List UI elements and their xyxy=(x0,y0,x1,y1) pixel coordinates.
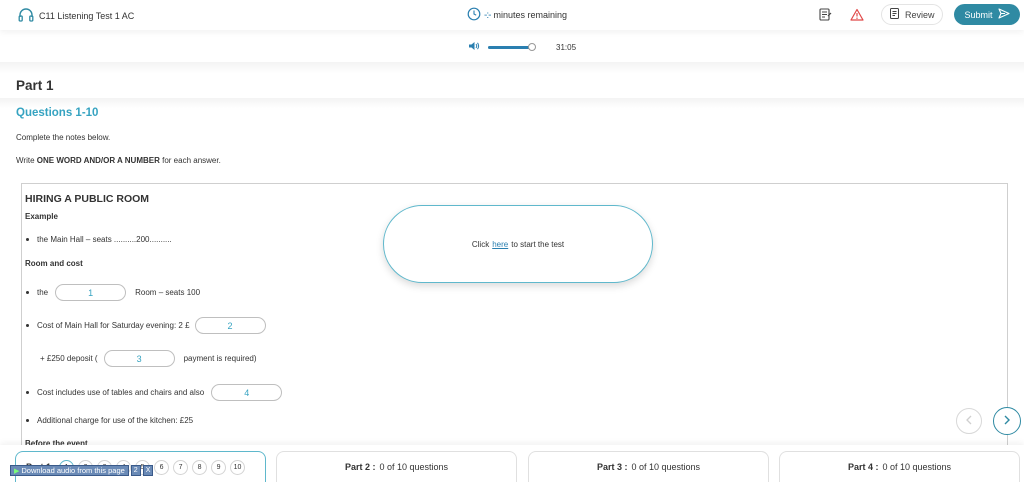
download-count[interactable]: 2 xyxy=(130,465,141,476)
tab-part-4[interactable]: Part 4 : 0 of 10 questions xyxy=(779,451,1020,482)
room-cost-heading: Room and cost xyxy=(25,259,83,268)
question-line-4: Cost includes use of tables and chairs a… xyxy=(25,384,283,401)
q4-prefix: Cost includes use of tables and chairs a… xyxy=(37,388,205,397)
send-icon xyxy=(997,8,1010,21)
volume-icon[interactable] xyxy=(468,41,480,53)
previous-button[interactable] xyxy=(956,408,982,434)
question-line-1: the 1 Room – seats 100 xyxy=(25,284,200,301)
bullet xyxy=(26,238,29,241)
bullet xyxy=(26,419,29,422)
q1-suffix: Room – seats 100 xyxy=(135,288,201,297)
kitchen-line: Additional charge for use of the kitchen… xyxy=(25,416,193,425)
audio-time: 31:05 xyxy=(556,42,577,52)
header: C11 Listening Test 1 AC -:- minutes rema… xyxy=(0,0,1024,30)
submit-button[interactable]: Submit xyxy=(954,4,1020,25)
answer-input-3[interactable]: 3 xyxy=(103,350,175,367)
example-text: the Main Hall – seats ..........200.....… xyxy=(37,235,172,244)
download-audio-bar: ▶ Download audio from this page 2 X xyxy=(10,465,154,476)
modal-suffix: to start the test xyxy=(511,239,565,249)
review-icon xyxy=(889,7,901,22)
notes-title: HIRING A PUBLIC ROOM xyxy=(25,193,150,205)
q3-suffix: payment is required) xyxy=(183,354,257,363)
question-line-2: Cost of Main Hall for Saturday evening: … xyxy=(25,317,266,334)
questions-title: Questions 1-10 xyxy=(16,107,99,119)
play-icon: ▶ xyxy=(14,467,20,475)
q3-prefix: + £250 deposit ( xyxy=(40,354,98,363)
question-number-8[interactable]: 8 xyxy=(192,459,208,475)
instruction-prefix: Write xyxy=(16,156,35,165)
part2-count: 0 of 10 questions xyxy=(379,462,449,472)
close-download-bar[interactable]: X xyxy=(142,465,154,476)
timer-value: -:- xyxy=(484,9,492,21)
chevron-left-icon xyxy=(965,415,973,427)
timer: -:- minutes remaining xyxy=(467,7,567,23)
bullet xyxy=(26,291,29,294)
volume-slider[interactable] xyxy=(488,42,537,51)
notes-icon xyxy=(818,7,832,24)
part4-count: 0 of 10 questions xyxy=(882,462,952,472)
bullet xyxy=(26,391,29,394)
question-number-10[interactable]: 10 xyxy=(230,459,246,475)
q2-prefix: Cost of Main Hall for Saturday evening: … xyxy=(37,321,190,330)
footer-navigation: Part 1 12345678910 Part 2 : 0 of 10 ques… xyxy=(0,445,1024,482)
tab-part-3[interactable]: Part 3 : 0 of 10 questions xyxy=(528,451,769,482)
start-test-dialog: Click here to start the test xyxy=(383,205,653,283)
part-title: Part 1 xyxy=(16,78,54,93)
part4-label: Part 4 : xyxy=(847,462,879,472)
test-title: C11 Listening Test 1 AC xyxy=(39,10,135,21)
submit-label: Submit xyxy=(964,9,993,20)
instruction-bold: ONE WORD AND/OR A NUMBER xyxy=(36,156,160,165)
example-line: the Main Hall – seats ..........200.....… xyxy=(25,235,172,244)
timer-text: minutes remaining xyxy=(493,10,567,20)
instruction-suffix: for each answer. xyxy=(162,156,221,165)
q1-prefix: the xyxy=(37,288,49,297)
tab-part-2[interactable]: Part 2 : 0 of 10 questions xyxy=(276,451,517,482)
part3-count: 0 of 10 questions xyxy=(631,462,701,472)
modal-prefix: Click xyxy=(471,239,490,249)
review-label: Review xyxy=(905,9,935,20)
divider xyxy=(0,98,1024,108)
notes-button[interactable] xyxy=(815,5,835,25)
report-button[interactable] xyxy=(847,5,867,25)
part3-label: Part 3 : xyxy=(596,462,628,472)
answer-input-2[interactable]: 2 xyxy=(194,317,266,334)
volume-fill xyxy=(488,45,533,49)
question-number-9[interactable]: 9 xyxy=(211,459,227,475)
clock-icon xyxy=(467,7,481,23)
answer-input-4[interactable]: 4 xyxy=(211,384,283,401)
test-title-group: C11 Listening Test 1 AC xyxy=(18,7,134,24)
divider xyxy=(0,62,1024,74)
review-button[interactable]: Review xyxy=(881,4,943,25)
warning-icon xyxy=(850,8,864,23)
next-button[interactable] xyxy=(993,407,1021,435)
question-number-6[interactable]: 6 xyxy=(154,459,170,475)
instruction: Complete the notes below. xyxy=(16,133,111,142)
download-audio-link[interactable]: ▶ Download audio from this page xyxy=(10,465,129,476)
bullet xyxy=(26,324,29,327)
audio-player: 31:05 xyxy=(468,41,576,53)
volume-handle[interactable] xyxy=(528,42,537,51)
answer-input-1[interactable]: 1 xyxy=(55,284,127,301)
question-line-3: + £250 deposit ( 3 payment is required) xyxy=(40,350,257,367)
kitchen-text: Additional charge for use of the kitchen… xyxy=(37,416,194,425)
start-test-link[interactable]: here xyxy=(492,240,508,249)
part2-label: Part 2 : xyxy=(344,462,376,472)
headphones-icon xyxy=(18,7,34,24)
question-number-7[interactable]: 7 xyxy=(173,459,189,475)
download-label: Download audio from this page xyxy=(21,466,125,475)
chevron-right-icon xyxy=(1003,415,1011,427)
example-heading: Example xyxy=(25,212,58,221)
instruction: Write ONE WORD AND/OR A NUMBER for each … xyxy=(16,156,221,165)
